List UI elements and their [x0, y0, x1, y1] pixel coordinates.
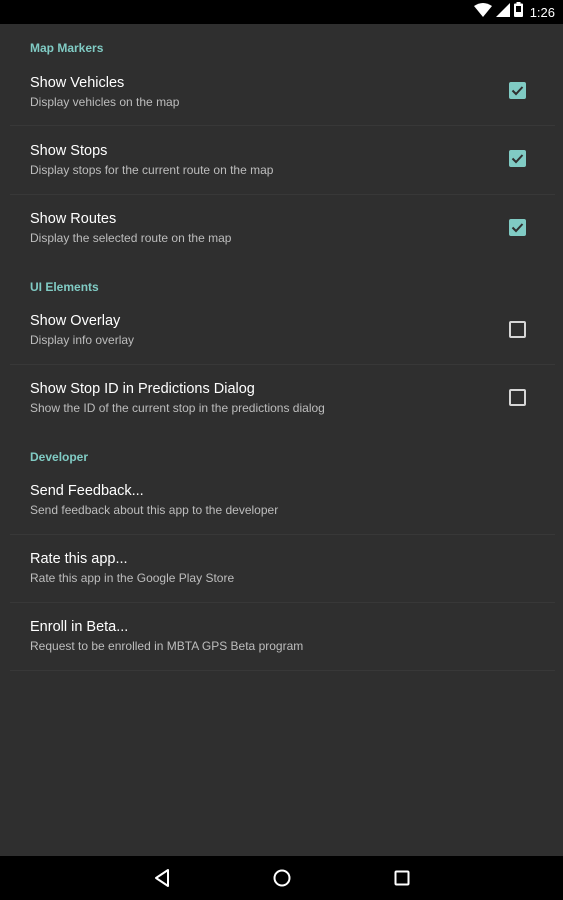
- pref-summary: Display vehicles on the map: [30, 95, 180, 109]
- navigation-bar: [0, 856, 563, 900]
- section-header-map-markers: Map Markers: [30, 41, 104, 55]
- back-button[interactable]: [148, 864, 176, 892]
- pref-title: Rate this app...: [30, 551, 128, 567]
- pref-summary: Show the ID of the current stop in the p…: [30, 401, 325, 415]
- show-overlay-checkbox[interactable]: [509, 321, 526, 338]
- show-vehicles-checkbox[interactable]: [509, 82, 526, 99]
- pref-show-stop-id[interactable]: Show Stop ID in Predictions Dialog Show …: [0, 365, 563, 433]
- pref-summary: Display stops for the current route on t…: [30, 163, 274, 177]
- back-icon: [155, 869, 169, 887]
- pref-summary: Rate this app in the Google Play Store: [30, 571, 235, 585]
- pref-title: Show Stops: [30, 143, 108, 159]
- show-stop-id-checkbox[interactable]: [509, 389, 526, 406]
- settings-list[interactable]: Map Markers Show Vehicles Display vehicl…: [0, 24, 563, 856]
- pref-title: Show Overlay: [30, 313, 121, 329]
- section-header-ui-elements: UI Elements: [30, 280, 99, 294]
- wifi-icon: [473, 2, 492, 22]
- status-bar: 1:26: [0, 0, 563, 24]
- checkmark-icon: [511, 86, 524, 96]
- divider: [10, 670, 555, 671]
- pref-summary: Display info overlay: [30, 333, 135, 347]
- pref-title: Enroll in Beta...: [30, 619, 129, 635]
- home-button[interactable]: [268, 864, 296, 892]
- pref-rate-app[interactable]: Rate this app... Rate this app in the Go…: [0, 535, 563, 603]
- cell-signal-icon: [495, 2, 510, 22]
- pref-summary: Request to be enrolled in MBTA GPS Beta …: [30, 639, 304, 653]
- pref-show-vehicles[interactable]: Show Vehicles Display vehicles on the ma…: [0, 57, 563, 125]
- recents-icon: [394, 870, 410, 886]
- pref-show-stops[interactable]: Show Stops Display stops for the current…: [0, 126, 563, 194]
- home-icon: [273, 869, 291, 887]
- pref-show-routes[interactable]: Show Routes Display the selected route o…: [0, 195, 563, 263]
- pref-title: Send Feedback...: [30, 483, 144, 499]
- pref-summary: Send feedback about this app to the deve…: [30, 503, 279, 517]
- status-time: 1:26: [529, 4, 555, 20]
- pref-title: Show Routes: [30, 211, 117, 227]
- recents-button[interactable]: [388, 864, 416, 892]
- pref-send-feedback[interactable]: Send Feedback... Send feedback about thi…: [0, 466, 563, 534]
- pref-enroll-beta[interactable]: Enroll in Beta... Request to be enrolled…: [0, 603, 563, 671]
- section-header-developer: Developer: [30, 450, 89, 464]
- checkmark-icon: [511, 154, 524, 164]
- battery-icon: [513, 2, 523, 22]
- pref-title: Show Stop ID in Predictions Dialog: [30, 381, 255, 397]
- pref-summary: Display the selected route on the map: [30, 231, 232, 245]
- show-stops-checkbox[interactable]: [509, 150, 526, 167]
- status-icons: 1:26: [473, 0, 555, 24]
- checkmark-icon: [511, 223, 524, 233]
- pref-show-overlay[interactable]: Show Overlay Display info overlay: [0, 296, 563, 364]
- show-routes-checkbox[interactable]: [509, 219, 526, 236]
- pref-title: Show Vehicles: [30, 75, 125, 91]
